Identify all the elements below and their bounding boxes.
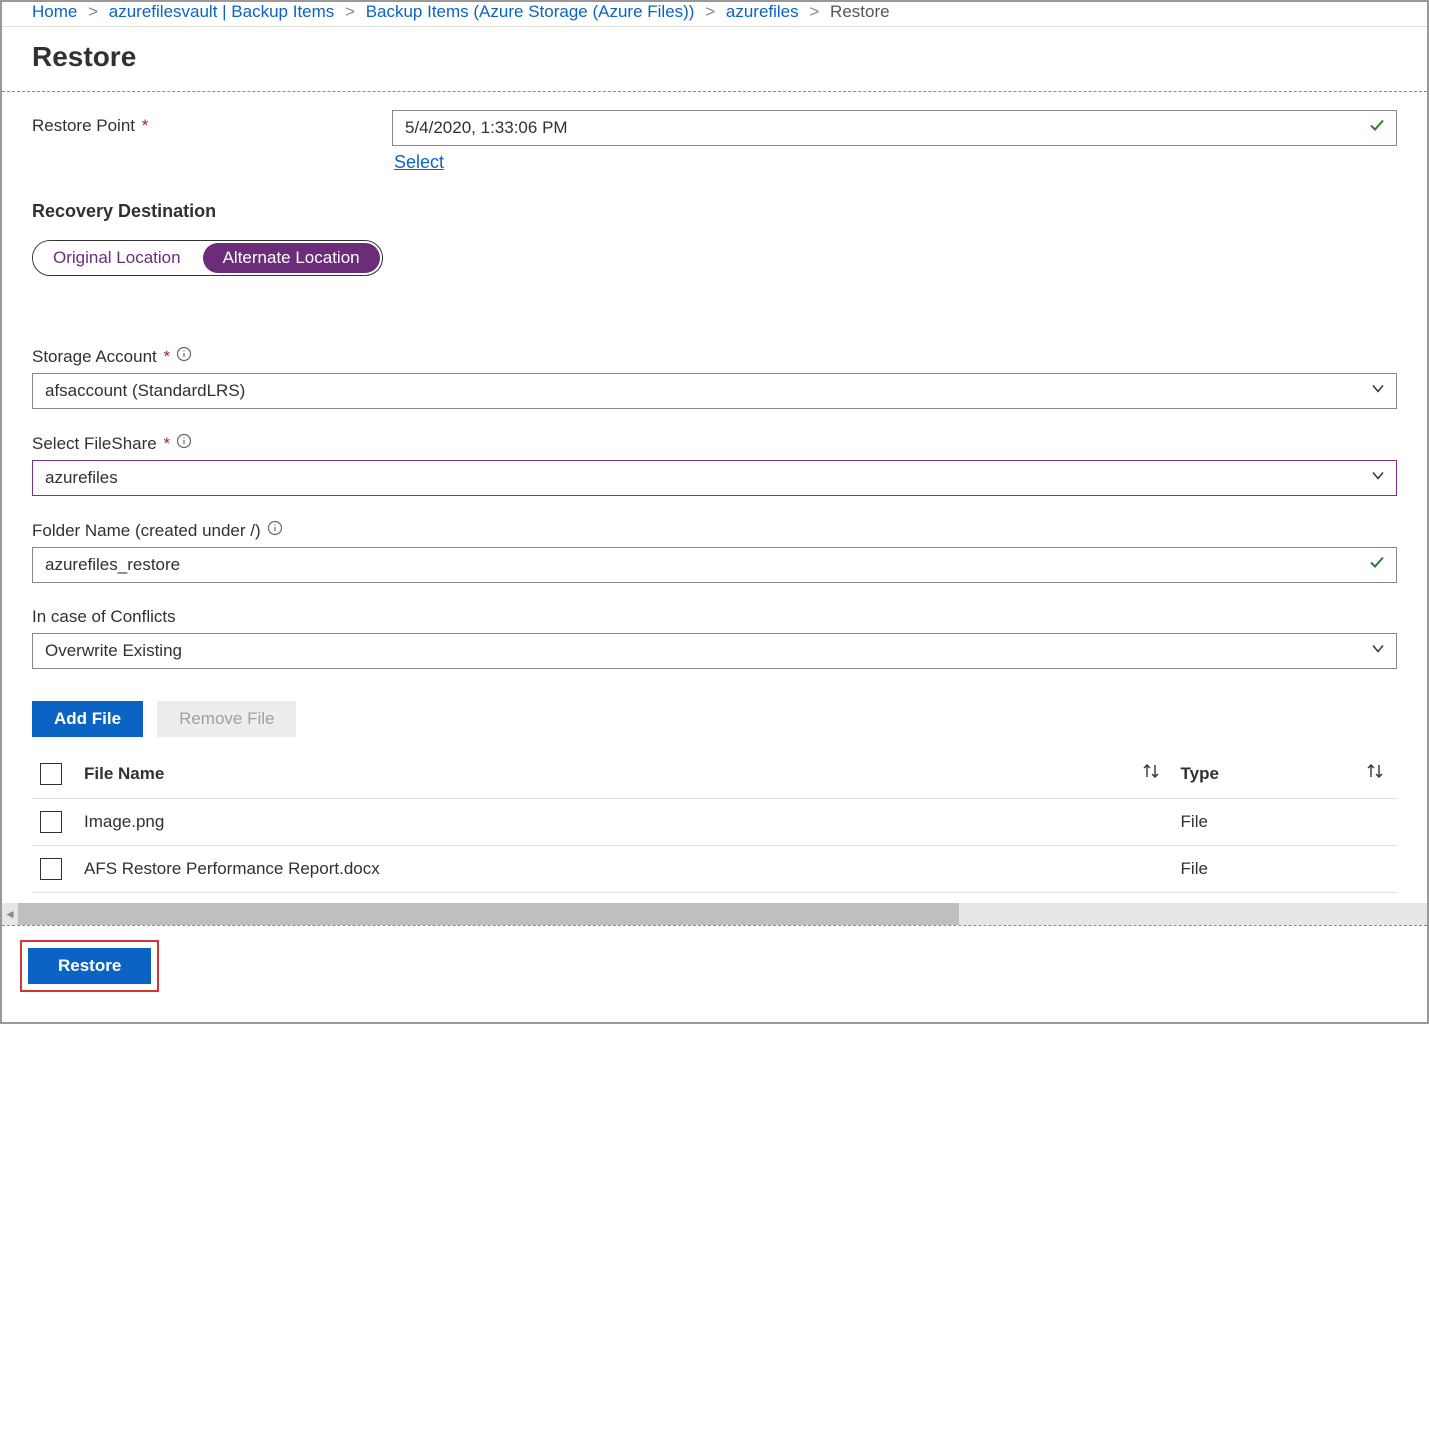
required-indicator: *: [159, 347, 170, 367]
fileshare-dropdown[interactable]: azurefiles: [32, 460, 1397, 496]
restore-point-label: Restore Point: [32, 116, 135, 135]
chevron-right-icon: >: [345, 2, 355, 21]
checkmark-icon: [1368, 554, 1386, 577]
cell-filename: Image.png: [76, 799, 1133, 846]
cell-filename: AFS Restore Performance Report.docx: [76, 846, 1133, 893]
fileshare-label: Select FileShare: [32, 434, 157, 454]
table-row[interactable]: Image.png File: [32, 799, 1397, 846]
folder-name-input[interactable]: azurefiles_restore: [32, 547, 1397, 583]
restore-point-select-link[interactable]: Select: [392, 146, 446, 173]
sort-icon[interactable]: [1365, 766, 1385, 785]
pill-alternate-location[interactable]: Alternate Location: [203, 243, 380, 273]
info-icon[interactable]: [176, 346, 192, 367]
folder-name-label: Folder Name (created under /): [32, 521, 261, 541]
conflicts-dropdown[interactable]: Overwrite Existing: [32, 633, 1397, 669]
select-all-checkbox[interactable]: [40, 763, 62, 785]
pill-original-location[interactable]: Original Location: [33, 241, 201, 275]
files-table: File Name Type Image.png File AFS Restor…: [32, 749, 1397, 893]
recovery-destination-toggle: Original Location Alternate Location: [32, 240, 383, 276]
chevron-right-icon: >: [88, 2, 98, 21]
chevron-right-icon: >: [809, 2, 819, 21]
breadcrumb: Home > azurefilesvault | Backup Items > …: [2, 2, 1427, 27]
column-header-filename[interactable]: File Name: [76, 749, 1133, 799]
breadcrumb-link-azurefiles[interactable]: azurefiles: [726, 2, 799, 21]
cell-type: File: [1173, 799, 1357, 846]
divider: [2, 91, 1427, 92]
restore-point-input[interactable]: 5/4/2020, 1:33:06 PM: [392, 110, 1397, 146]
storage-account-label: Storage Account: [32, 347, 157, 367]
horizontal-scrollbar[interactable]: ◄: [2, 903, 1427, 925]
chevron-down-icon: [1370, 641, 1386, 662]
required-indicator: *: [142, 116, 149, 135]
add-file-button[interactable]: Add File: [32, 701, 143, 737]
fileshare-value: azurefiles: [45, 468, 118, 488]
cell-type: File: [1173, 846, 1357, 893]
conflicts-value: Overwrite Existing: [45, 641, 182, 661]
restore-point-value: 5/4/2020, 1:33:06 PM: [405, 118, 568, 138]
divider: [2, 925, 1427, 926]
info-icon[interactable]: [267, 520, 283, 541]
row-checkbox[interactable]: [40, 858, 62, 880]
breadcrumb-current: Restore: [830, 2, 890, 21]
scroll-left-icon[interactable]: ◄: [2, 907, 18, 921]
chevron-right-icon: >: [705, 2, 715, 21]
required-indicator: *: [159, 434, 170, 454]
breadcrumb-link-vault[interactable]: azurefilesvault | Backup Items: [109, 2, 335, 21]
sort-icon[interactable]: [1141, 766, 1161, 785]
storage-account-value: afsaccount (StandardLRS): [45, 381, 245, 401]
conflicts-label: In case of Conflicts: [32, 607, 176, 627]
folder-name-value: azurefiles_restore: [45, 555, 180, 575]
table-row[interactable]: AFS Restore Performance Report.docx File: [32, 846, 1397, 893]
page-title: Restore: [2, 27, 1427, 91]
row-checkbox[interactable]: [40, 811, 62, 833]
breadcrumb-link-backup-items[interactable]: Backup Items (Azure Storage (Azure Files…: [366, 2, 695, 21]
chevron-down-icon: [1370, 468, 1386, 489]
remove-file-button: Remove File: [157, 701, 296, 737]
breadcrumb-link-home[interactable]: Home: [32, 2, 77, 21]
chevron-down-icon: [1370, 381, 1386, 402]
restore-button[interactable]: Restore: [28, 948, 151, 984]
checkmark-icon: [1368, 117, 1386, 140]
restore-highlight: Restore: [20, 940, 159, 992]
storage-account-dropdown[interactable]: afsaccount (StandardLRS): [32, 373, 1397, 409]
scrollbar-thumb[interactable]: [18, 903, 959, 925]
recovery-destination-label: Recovery Destination: [32, 201, 1397, 222]
info-icon[interactable]: [176, 433, 192, 454]
column-header-type[interactable]: Type: [1173, 749, 1357, 799]
